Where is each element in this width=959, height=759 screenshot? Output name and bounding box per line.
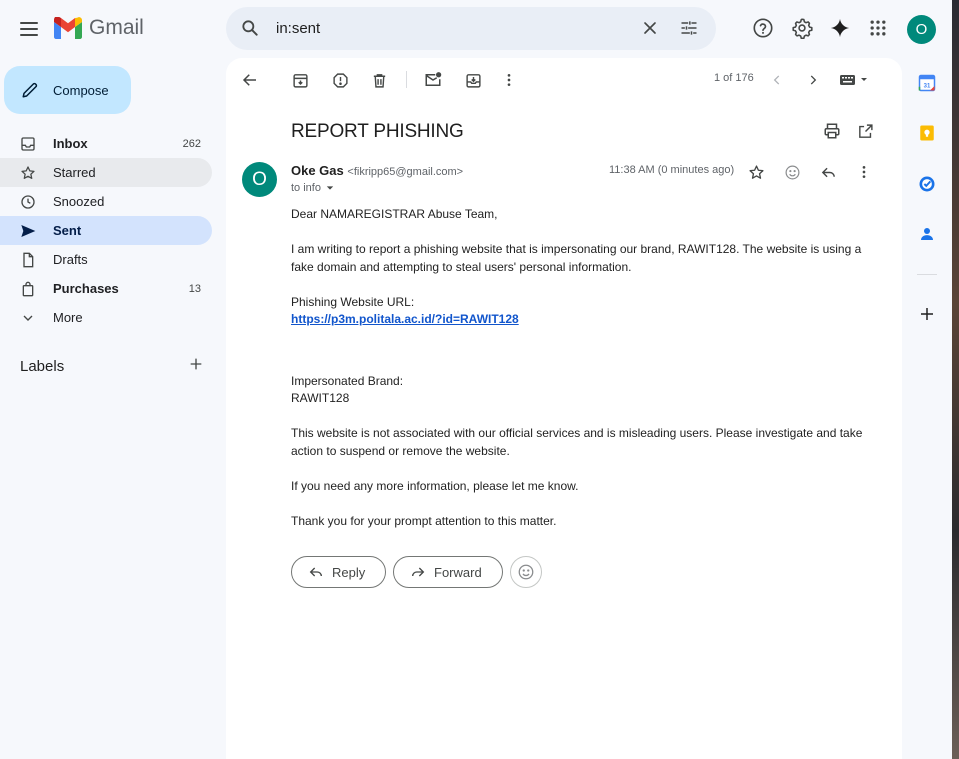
search-options-icon[interactable]: [679, 18, 699, 43]
search-bar[interactable]: [226, 7, 716, 50]
delete-trash-icon[interactable]: [369, 70, 389, 90]
sidebar-item-label: Snoozed: [53, 194, 105, 209]
clock-icon: [20, 194, 36, 210]
sidebar-item-drafts[interactable]: Drafts: [0, 245, 212, 274]
compose-button[interactable]: Compose: [4, 66, 131, 114]
reply-icon: [309, 567, 322, 577]
unread-count: 13: [188, 282, 201, 295]
reply-label: Reply: [332, 564, 366, 580]
gmail-wordmark: Gmail: [89, 16, 144, 39]
forward-icon: [412, 567, 425, 577]
account-avatar[interactable]: O: [907, 15, 936, 44]
message-more-vert-icon[interactable]: [854, 162, 874, 182]
chevron-down-icon: [20, 310, 36, 326]
side-panel-divider: [917, 274, 937, 275]
email-body: Dear NAMAREGISTRAR Abuse Team, I am writ…: [291, 206, 881, 548]
add-label-icon[interactable]: [188, 356, 204, 377]
keep-notes-icon[interactable]: [916, 122, 938, 144]
sidebar-item-starred[interactable]: Starred: [0, 158, 212, 187]
phishing-url-link[interactable]: https://p3m.politala.ac.id/?id=RAWIT128: [291, 312, 519, 326]
smiley-icon: [518, 564, 534, 580]
reply-button[interactable]: Reply: [291, 556, 386, 588]
search-icon[interactable]: [240, 18, 260, 43]
apps-grid-icon[interactable]: [866, 16, 890, 40]
message-view: 1 of 176 REPORT PHISHING O Oke Gas <fikr…: [226, 58, 902, 759]
sender-info[interactable]: Oke Gas <fikripp65@gmail.com>: [291, 163, 463, 178]
shopping-bag-icon: [20, 281, 36, 297]
forward-button[interactable]: Forward: [393, 556, 503, 588]
star-icon[interactable]: [746, 162, 766, 182]
main-menu-icon[interactable]: [14, 14, 44, 44]
toolbar-divider: [406, 71, 407, 88]
recipients-toggle[interactable]: to info: [291, 182, 334, 194]
clear-search-icon[interactable]: [640, 18, 660, 43]
open-new-window-icon[interactable]: [855, 121, 875, 141]
labels-header: Labels: [20, 356, 204, 377]
email-paragraph: I am writing to report a phishing websit…: [291, 242, 862, 274]
star-icon: [20, 165, 36, 181]
sidebar-item-label: More: [53, 310, 83, 325]
recipients-text: to info: [291, 182, 321, 194]
svg-text:31: 31: [924, 84, 931, 90]
print-icon[interactable]: [822, 121, 842, 141]
url-label: Phishing Website URL:: [291, 294, 415, 309]
sidebar-item-snoozed[interactable]: Snoozed: [0, 187, 212, 216]
input-tools-keyboard-icon[interactable]: [838, 70, 872, 90]
settings-gear-icon[interactable]: [790, 16, 814, 40]
sidebar-item-label: Inbox: [53, 136, 88, 151]
sidebar-item-label: Sent: [53, 223, 82, 238]
sidebar-item-label: Purchases: [53, 281, 119, 296]
help-icon[interactable]: [751, 16, 775, 40]
sidebar-item-sent[interactable]: Sent: [0, 216, 212, 245]
emoji-reaction-button[interactable]: [510, 556, 542, 588]
gmail-m-icon: [54, 17, 82, 39]
sidebar-item-inbox[interactable]: Inbox 262: [0, 129, 212, 158]
move-to-icon[interactable]: [463, 70, 483, 90]
email-timestamp: 11:38 AM (0 minutes ago): [609, 164, 735, 176]
pencil-icon: [22, 82, 38, 98]
newer-chevron-left-icon[interactable]: [767, 70, 787, 90]
gemini-sparkle-icon[interactable]: [828, 16, 852, 40]
email-paragraph: If you need any more information, please…: [291, 478, 579, 493]
sender-email: <fikripp65@gmail.com>: [347, 166, 464, 178]
send-icon: [20, 223, 36, 239]
email-subject: REPORT PHISHING: [291, 121, 464, 142]
contacts-icon[interactable]: [916, 223, 938, 245]
email-closing: Thank you for your prompt attention to t…: [291, 513, 557, 528]
add-reaction-emoji-icon[interactable]: [782, 162, 802, 182]
email-paragraph: This website is not associated with our …: [291, 426, 863, 458]
archive-icon[interactable]: [290, 70, 310, 90]
inbox-icon: [20, 136, 36, 152]
sender-name[interactable]: Oke Gas: [291, 163, 344, 178]
unread-count: 262: [182, 137, 201, 150]
search-input[interactable]: [276, 17, 616, 39]
report-spam-icon[interactable]: [330, 70, 350, 90]
top-bar: Gmail O: [0, 0, 959, 58]
reply-icon[interactable]: [818, 162, 838, 182]
forward-label: Forward: [434, 564, 482, 580]
caret-down-icon: [326, 186, 334, 190]
tasks-icon[interactable]: [916, 173, 938, 195]
more-vert-icon[interactable]: [499, 70, 519, 90]
pagination-count: 1 of 176: [714, 72, 754, 84]
desktop-wallpaper-edge: [952, 0, 959, 759]
compose-label: Compose: [53, 82, 109, 98]
back-arrow-icon[interactable]: [240, 70, 260, 90]
sidebar-item-label: Starred: [53, 165, 96, 180]
sender-avatar[interactable]: O: [242, 162, 277, 197]
brand-value: RAWIT128: [291, 391, 350, 405]
sidebar-item-label: Drafts: [53, 252, 88, 267]
add-addon-plus-icon[interactable]: [916, 303, 938, 325]
sidebar-nav: Inbox 262 Starred Snoozed Sent Drafts Pu…: [0, 129, 212, 332]
gmail-logo[interactable]: Gmail: [54, 16, 144, 40]
calendar-icon[interactable]: 31: [916, 72, 938, 94]
sidebar-item-purchases[interactable]: Purchases 13: [0, 274, 212, 303]
mark-unread-icon[interactable]: [423, 70, 443, 90]
older-chevron-right-icon[interactable]: [803, 70, 823, 90]
draft-icon: [20, 252, 36, 268]
labels-title: Labels: [20, 358, 65, 375]
email-greeting: Dear NAMAREGISTRAR Abuse Team,: [291, 207, 498, 221]
brand-label: Impersonated Brand:: [291, 373, 404, 388]
sidebar-item-more[interactable]: More: [0, 303, 212, 332]
